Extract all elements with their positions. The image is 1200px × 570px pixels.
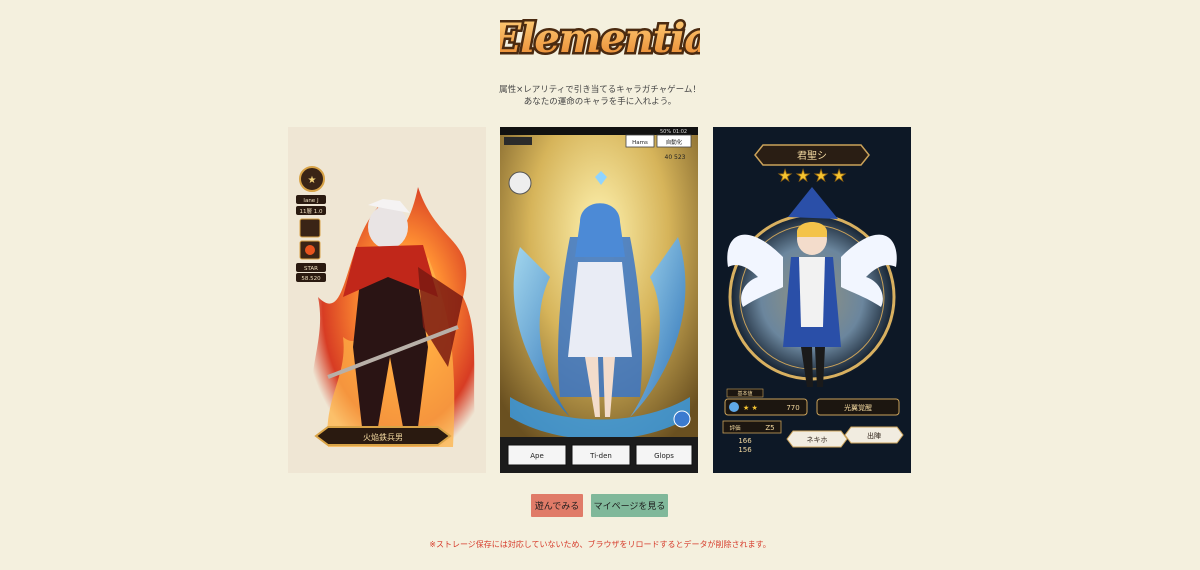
storage-warning: ※ストレージ保存には対応していないため、ブラウザをリロードするとデータが削除され…	[429, 540, 771, 549]
fire-side-label-4: 58.520	[301, 276, 321, 282]
svg-text:★: ★	[308, 175, 317, 186]
water-bottom-btn-2: Ti-den	[589, 452, 612, 460]
light-level-label: 評価	[729, 424, 741, 432]
light-level-value: Z5	[765, 424, 774, 432]
character-card-light: 君聖シ ★ ★ ★ ★ 基本値 ★ ★ 770 光翼覚醒 評価 Z5 166 1…	[713, 127, 911, 473]
svg-text:★: ★	[796, 166, 810, 185]
tagline-line-2: あなたの運命のキャラを手に入れよう。	[523, 97, 677, 107]
water-counter: 40 523	[665, 154, 686, 161]
light-stat-line-2: 156	[738, 446, 752, 454]
fire-side-label-3: STAR	[304, 266, 318, 272]
light-stat-line-1: 166	[738, 437, 752, 445]
svg-text:★: ★	[814, 166, 828, 185]
character-card-fire: ★ lane J 11層 1.0 STAR 58.520 火焔鉄兵男	[288, 127, 486, 473]
app-logo: Elementia	[0, 6, 1200, 72]
water-bottom-btn-1: Ape	[530, 452, 544, 460]
logo-text: Elementia	[500, 15, 700, 62]
light-btn-left: ネキホ	[807, 436, 828, 444]
landing-page: Elementia 属性×レアリティで引き当てるキャラガチャゲーム！ あなたの運…	[0, 0, 1200, 570]
mypage-button[interactable]: マイページを見る	[591, 494, 668, 517]
light-stat-value: 770	[786, 404, 799, 412]
water-status-bar: 50% 01:02	[660, 129, 687, 135]
fire-side-label-2: 11層 1.0	[300, 208, 323, 215]
water-bottom-btn-3: Glops	[654, 452, 674, 460]
tagline-line-1: 属性×レアリティで引き当てるキャラガチャゲーム！	[499, 85, 701, 95]
light-card-title: 君聖シ	[797, 150, 827, 162]
svg-text:★: ★	[778, 166, 792, 185]
fire-side-label-1: lane J	[303, 198, 319, 204]
svg-text:★: ★	[832, 166, 846, 185]
light-skill-label: 光翼覚醒	[844, 403, 872, 412]
svg-text:★ ★: ★ ★	[743, 404, 758, 412]
fire-name-plate: 火焔鉄兵男	[363, 432, 403, 442]
light-stat-label: 基本値	[737, 390, 752, 397]
play-button[interactable]: 遊んでみる	[531, 494, 583, 517]
water-tab-2: 自動化	[666, 138, 683, 146]
character-card-water: 50% 01:02 Hams 自動化 40 523 Ape Ti-den Glo…	[500, 127, 698, 473]
light-btn-right: 出陣	[867, 431, 881, 440]
water-tab-1: Hams	[632, 140, 648, 146]
